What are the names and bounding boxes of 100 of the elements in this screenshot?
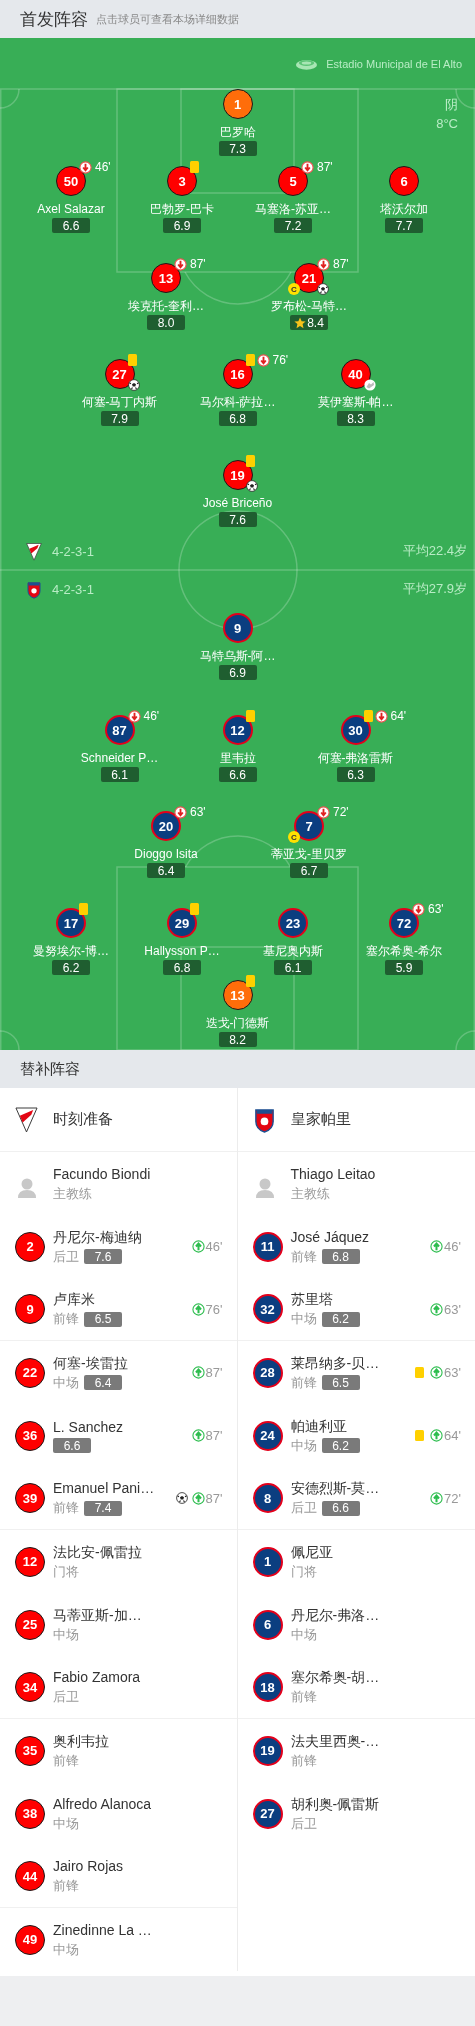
player-number[interactable]: 50 <box>56 166 86 196</box>
player-number[interactable]: 44 <box>15 1861 45 1891</box>
player-position: 前锋 <box>290 1247 317 1266</box>
player-rating: 7.4 <box>84 1500 122 1516</box>
substitution-minute: 76' <box>272 353 289 367</box>
player-name[interactable]: 莱昂纳多-贝… <box>290 1353 380 1372</box>
player-name: 里韦拉 <box>219 750 256 766</box>
substitution-minute: 63' <box>444 1301 461 1317</box>
substitution-in-icon <box>191 1491 205 1505</box>
player-number[interactable]: 72 <box>389 908 419 938</box>
captain-badge: C <box>288 283 300 295</box>
player-rating: 6.9 <box>163 218 201 233</box>
player-rating: 7.6 <box>84 1249 122 1264</box>
team-crest-icon <box>252 1106 276 1133</box>
player-name[interactable]: 卢库米 <box>53 1290 122 1308</box>
player-number[interactable]: 27 <box>252 1798 283 1829</box>
player-name[interactable]: 塞尔希奥-胡… <box>290 1668 380 1686</box>
player-number[interactable]: 27 <box>104 359 135 389</box>
player-position: 前锋 <box>290 1688 317 1706</box>
player-number[interactable]: 29 <box>167 908 197 938</box>
player-number[interactable]: 9 <box>15 1294 45 1324</box>
coach-name: Facundo Biondi <box>53 1164 151 1183</box>
player-name[interactable]: José Jáquez <box>290 1227 370 1246</box>
formation: 4-2-3-1 <box>52 543 94 559</box>
player-number[interactable]: 28 <box>252 1357 283 1388</box>
player-name[interactable]: Fabio Zamora <box>53 1668 141 1686</box>
substitution-in-icon <box>191 1302 205 1316</box>
player-number[interactable]: 8 <box>252 1483 283 1513</box>
substitution-minute: 87' <box>205 1365 223 1380</box>
player-number[interactable]: 34 <box>15 1672 45 1702</box>
substitution-in-icon <box>430 1491 444 1505</box>
player-number[interactable]: 11 <box>252 1231 283 1262</box>
player-name: 曼努埃尔-博… <box>33 943 109 959</box>
player-name[interactable]: 安德烈斯-莫… <box>290 1479 380 1497</box>
player-name[interactable]: 奥利韦拉 <box>53 1731 109 1750</box>
player-name: 马塞洛-苏亚… <box>255 201 331 217</box>
player-number[interactable]: 24 <box>252 1420 283 1451</box>
player-name[interactable]: Alfredo Alanoca <box>53 1794 152 1813</box>
player-number[interactable]: 12 <box>222 715 253 745</box>
player-name[interactable]: 丹尼尔-弗洛… <box>290 1605 380 1624</box>
player-name[interactable]: Emanuel Pani… <box>53 1479 155 1497</box>
player-number[interactable]: 3 <box>167 166 197 196</box>
player-number[interactable]: 35 <box>15 1735 45 1766</box>
player-number[interactable]: 30 <box>340 715 371 745</box>
player-number[interactable]: 22 <box>15 1357 45 1388</box>
team-crest-icon <box>26 579 42 599</box>
player-number[interactable]: 25 <box>15 1609 45 1640</box>
player-number[interactable]: 6 <box>252 1609 283 1640</box>
substitution-minute: 64' <box>444 1428 461 1443</box>
player-rating: 6.1 <box>100 767 139 782</box>
player-number[interactable]: 36 <box>15 1420 45 1451</box>
player-number[interactable]: 20 <box>151 811 181 841</box>
player-name[interactable]: 苏里塔 <box>290 1290 360 1308</box>
player-number[interactable]: 23 <box>278 908 308 938</box>
player-name[interactable]: 法比安-佩雷拉 <box>53 1542 142 1561</box>
player-name[interactable]: Zinedinne La … <box>53 1920 152 1939</box>
player-name: 何塞-马丁内斯 <box>81 394 158 410</box>
player-number[interactable]: 39 <box>15 1483 45 1513</box>
substitution-in-icon <box>191 1429 205 1442</box>
player-number[interactable]: 6 <box>389 166 419 196</box>
player-number[interactable]: 17 <box>56 908 86 938</box>
player-name[interactable]: 帕迪利亚 <box>290 1416 360 1435</box>
player-number[interactable]: 19 <box>222 460 253 490</box>
substitution-out-icon <box>317 805 330 819</box>
player-name[interactable]: L. Sanchez <box>53 1418 124 1436</box>
player-number[interactable]: 5 <box>278 166 308 196</box>
player-number[interactable]: 40 <box>340 359 371 389</box>
player-number[interactable]: 32 <box>252 1294 283 1324</box>
player-number[interactable]: 2 <box>15 1231 45 1262</box>
substitution-out-icon <box>256 353 270 367</box>
player-number[interactable]: 16 <box>222 359 253 389</box>
player-number[interactable]: 12 <box>15 1546 45 1577</box>
player-number[interactable]: 9 <box>222 613 253 643</box>
player-name[interactable]: 法夫里西奥-… <box>290 1731 380 1750</box>
coach-role: 主教练 <box>290 1184 331 1203</box>
player-name[interactable]: 何塞-埃雷拉 <box>53 1353 128 1372</box>
player-number[interactable]: 13 <box>151 263 181 293</box>
substitution-in-icon <box>191 1240 205 1253</box>
player-number[interactable]: 38 <box>15 1798 45 1829</box>
player-number[interactable]: 18 <box>252 1672 283 1702</box>
player-name[interactable]: 佩尼亚 <box>290 1542 333 1561</box>
player-rating: 7.7 <box>385 218 423 233</box>
player-rating: 6.2 <box>52 960 90 975</box>
player-name: 蒂亚戈-里贝罗 <box>271 846 347 862</box>
player-name[interactable]: 丹尼尔-梅迪纳 <box>53 1227 142 1246</box>
player-rating: 6.3 <box>336 767 375 782</box>
player-position: 后卫 <box>53 1688 79 1706</box>
player-number[interactable]: 87 <box>104 715 135 745</box>
player-name: Axel Salazar <box>37 201 105 217</box>
substitution-in-icon <box>430 1240 444 1253</box>
substitution-out-icon <box>412 902 425 916</box>
player-rating: 6.4 <box>84 1375 122 1390</box>
substitution-out-icon <box>174 257 187 271</box>
player-name[interactable]: 马蒂亚斯-加… <box>53 1605 142 1624</box>
player-number[interactable]: 49 <box>15 1924 45 1955</box>
player-name[interactable]: Jairo Rojas <box>53 1857 124 1875</box>
player-number[interactable]: 19 <box>252 1735 283 1766</box>
player-name[interactable]: 胡利奥-佩雷斯 <box>290 1794 380 1813</box>
player-rating: 6.6 <box>52 218 90 233</box>
player-number[interactable]: 1 <box>252 1546 283 1577</box>
